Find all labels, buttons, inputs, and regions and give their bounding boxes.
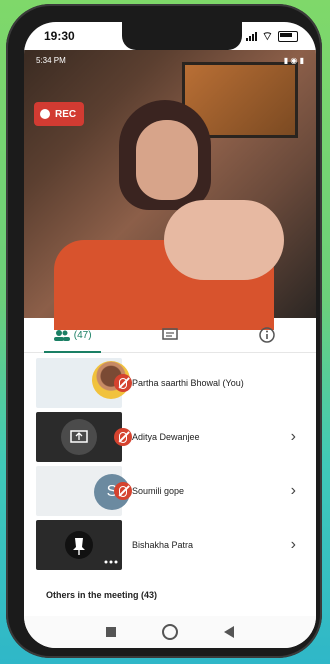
chevron-right-icon[interactable]: › [291, 428, 296, 446]
participants-list: Partha saarthi Bhowal (You) Aditya Dewan… [24, 356, 316, 572]
back-icon[interactable] [224, 626, 234, 638]
recents-icon[interactable] [106, 627, 116, 637]
recording-badge: REC [34, 102, 85, 126]
participant-thumb [36, 520, 122, 570]
others-heading: Others in the meeting (43) [46, 590, 158, 600]
phone-frame: 19:30 ⌔ 5:34 PM ▮ ◉ ▮ REC (47) Partha sa… [6, 4, 322, 658]
home-icon[interactable] [162, 624, 178, 640]
recording-label: REC [55, 108, 77, 120]
pin-icon [65, 531, 118, 564]
participant-name: Soumili gope [132, 486, 185, 496]
rec-dot-icon [40, 109, 50, 119]
participant-name: Partha saarthi Bhowal (You) [132, 378, 244, 388]
main-video[interactable]: 5:34 PM ▮ ◉ ▮ REC [24, 50, 316, 330]
people-count: (47) [73, 329, 92, 341]
wifi-icon: ⌔ [261, 28, 273, 43]
muted-mic-icon [114, 428, 132, 446]
meeting-tabs: (47) [24, 318, 316, 353]
participant-row[interactable]: Partha saarthi Bhowal (You) [24, 356, 316, 410]
status-icons: ⌔ [245, 28, 298, 44]
muted-mic-icon [114, 374, 132, 392]
video-status-bar: 5:34 PM ▮ ◉ ▮ [36, 56, 304, 70]
video-status-icons: ▮ ◉ ▮ [283, 56, 304, 65]
participant-thumb [36, 412, 122, 462]
android-nav-bar [24, 616, 316, 648]
participant-name: Aditya Dewanjee [132, 432, 200, 442]
tab-info[interactable] [219, 318, 316, 352]
tab-people[interactable]: (47) [24, 318, 121, 353]
participant-thumb: S [36, 466, 130, 516]
participant-name: Bishakha Patra [132, 540, 194, 550]
participant-row[interactable]: Bishakha Patra › [24, 518, 316, 572]
screen-share-icon [61, 419, 97, 455]
status-time: 19:30 [44, 29, 75, 43]
battery-icon [278, 30, 298, 42]
participant-thumb [36, 358, 130, 408]
speaker-face [136, 120, 198, 200]
video-status-time: 5:34 PM [36, 56, 66, 65]
people-icon [53, 330, 70, 341]
speaker-hands [164, 200, 284, 280]
chat-icon [162, 328, 178, 340]
info-icon [259, 327, 276, 343]
signal-icon [245, 31, 257, 41]
screen: 19:30 ⌔ 5:34 PM ▮ ◉ ▮ REC (47) Partha sa… [24, 22, 316, 648]
participant-row[interactable]: S Soumili gope › [24, 464, 316, 518]
chevron-right-icon[interactable]: › [291, 482, 296, 500]
tab-chat[interactable] [121, 318, 218, 352]
participant-row[interactable]: Aditya Dewanjee › [24, 410, 316, 464]
chevron-right-icon[interactable]: › [291, 536, 296, 554]
phone-notch [122, 22, 242, 50]
muted-mic-icon [114, 482, 132, 500]
